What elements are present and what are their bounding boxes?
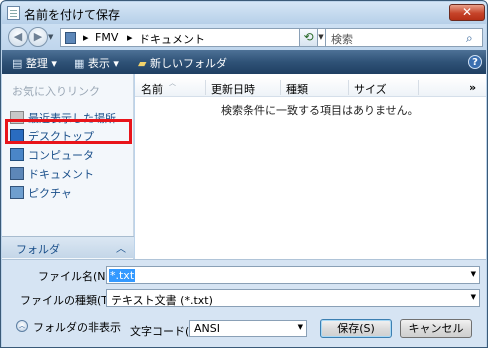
sidebar-item-label: ドキュメント bbox=[28, 168, 94, 181]
address-bar[interactable]: ▸ FMV ▸ ドキュメント bbox=[60, 28, 314, 47]
cancel-button[interactable]: キャンセル bbox=[400, 319, 472, 338]
column-divider[interactable] bbox=[348, 80, 349, 95]
folders-toggle[interactable]: フォルダ ︿ bbox=[2, 236, 134, 258]
favorite-links-header: お気に入りリンク bbox=[12, 85, 100, 98]
recent-pages-dropdown[interactable]: ▼ bbox=[48, 33, 53, 41]
encoding-select[interactable]: ANSI ▼ bbox=[189, 320, 307, 337]
save-button[interactable]: 保存(S) bbox=[320, 319, 392, 338]
views-icon: ▦ bbox=[74, 57, 85, 70]
breadcrumb-fmv[interactable]: FMV bbox=[95, 31, 118, 44]
computer-icon bbox=[10, 148, 24, 161]
new-folder-button[interactable]: ▰ 新しいフォルダ bbox=[138, 55, 227, 71]
filename-label: ファイル名(N): bbox=[38, 270, 114, 283]
column-divider[interactable] bbox=[418, 80, 419, 95]
address-separator[interactable]: ▸ bbox=[83, 31, 89, 44]
column-divider[interactable] bbox=[280, 80, 281, 95]
help-icon[interactable]: ? bbox=[468, 55, 482, 69]
save-form: ファイル名(N): *.txt ▼ ファイルの種類(T): テキスト文書 (*.… bbox=[2, 259, 486, 347]
file-list[interactable]: 名前 ︿ 更新日時 種類 サイズ » 検索条件に一致する項目はありません。 bbox=[135, 74, 486, 259]
encoding-value: ANSI bbox=[194, 322, 220, 335]
refresh-button[interactable]: ⟲ bbox=[299, 28, 318, 47]
chevron-up-icon[interactable]: ︿ bbox=[16, 320, 28, 332]
back-button[interactable]: ◀ bbox=[8, 27, 28, 47]
forward-button[interactable]: ▶ bbox=[28, 27, 48, 47]
sidebar-item-computer[interactable]: コンピュータ bbox=[10, 145, 130, 163]
sort-ascending-icon: ︿ bbox=[169, 79, 176, 87]
chevron-down-icon: ▾ bbox=[113, 57, 119, 70]
command-toolbar: ▤ 整理 ▾ ▦ 表示 ▾ ▰ 新しいフォルダ ? bbox=[2, 50, 486, 74]
search-box[interactable]: 検索 ⌕ bbox=[325, 28, 483, 47]
search-icon[interactable]: ⌕ bbox=[466, 31, 473, 46]
close-button[interactable]: ✕ bbox=[449, 4, 485, 21]
empty-message: 検索条件に一致する項目はありません。 bbox=[221, 104, 419, 117]
column-name[interactable]: 名前 bbox=[141, 81, 163, 97]
hide-folders-button[interactable]: フォルダの非表示 bbox=[33, 319, 121, 335]
navigation-pane: お気に入りリンク 最近表示した場所 デスクトップ コンピュータ ドキュメント ピ… bbox=[2, 74, 134, 297]
breadcrumb-documents[interactable]: ドキュメント bbox=[139, 31, 205, 47]
sidebar-item-label: ピクチャ bbox=[28, 187, 72, 200]
filename-value: *.txt bbox=[109, 269, 136, 282]
chevron-up-icon: ︿ bbox=[116, 244, 126, 255]
organize-menu[interactable]: ▤ 整理 ▾ bbox=[12, 55, 57, 71]
chevron-down-icon[interactable]: ▼ bbox=[471, 270, 476, 278]
column-divider[interactable] bbox=[205, 80, 206, 95]
sidebar-item-pictures[interactable]: ピクチャ bbox=[10, 183, 130, 201]
filename-input[interactable]: *.txt ▼ bbox=[106, 266, 480, 284]
folders-label: フォルダ bbox=[16, 243, 60, 256]
organize-label: 整理 bbox=[25, 57, 48, 70]
sidebar-item-documents[interactable]: ドキュメント bbox=[10, 164, 130, 182]
pictures-icon bbox=[10, 186, 24, 199]
refresh-icon: ⟲ bbox=[303, 30, 314, 44]
column-size[interactable]: サイズ bbox=[354, 81, 387, 97]
filetype-value: テキスト文書 (*.txt) bbox=[111, 294, 213, 307]
documents-icon bbox=[10, 167, 24, 180]
column-modified[interactable]: 更新日時 bbox=[211, 81, 255, 97]
desktop-highlight-box bbox=[5, 119, 132, 144]
save-as-dialog: 名前を付けて保存 ✕ ◀ ▶ ▼ ▸ FMV ▸ ドキュメント ▼ ⟲ 検索 ⌕… bbox=[0, 0, 488, 348]
views-menu[interactable]: ▦ 表示 ▾ bbox=[74, 55, 119, 71]
column-type[interactable]: 種類 bbox=[286, 81, 308, 97]
new-folder-icon: ▰ bbox=[138, 57, 147, 70]
column-header-row: 名前 ︿ 更新日時 種類 サイズ » bbox=[135, 78, 486, 97]
title-bar[interactable]: 名前を付けて保存 ✕ bbox=[2, 2, 486, 24]
filetype-select[interactable]: テキスト文書 (*.txt) ▼ bbox=[106, 289, 480, 307]
folder-view-icon bbox=[65, 32, 76, 44]
chevron-down-icon: ▾ bbox=[51, 57, 57, 70]
filetype-label: ファイルの種類(T): bbox=[20, 294, 117, 307]
chevron-down-icon[interactable]: ▼ bbox=[471, 293, 476, 301]
window-title: 名前を付けて保存 bbox=[24, 8, 121, 22]
search-input[interactable]: 検索 bbox=[331, 31, 353, 47]
notepad-icon bbox=[7, 6, 20, 20]
chevron-down-icon[interactable]: ▼ bbox=[298, 323, 303, 331]
views-label: 表示 bbox=[87, 57, 110, 70]
sidebar-item-label: コンピュータ bbox=[28, 149, 94, 162]
new-folder-label: 新しいフォルダ bbox=[149, 57, 227, 70]
more-columns-icon[interactable]: » bbox=[469, 81, 476, 94]
organize-icon: ▤ bbox=[12, 57, 23, 70]
address-separator[interactable]: ▸ bbox=[127, 31, 133, 44]
